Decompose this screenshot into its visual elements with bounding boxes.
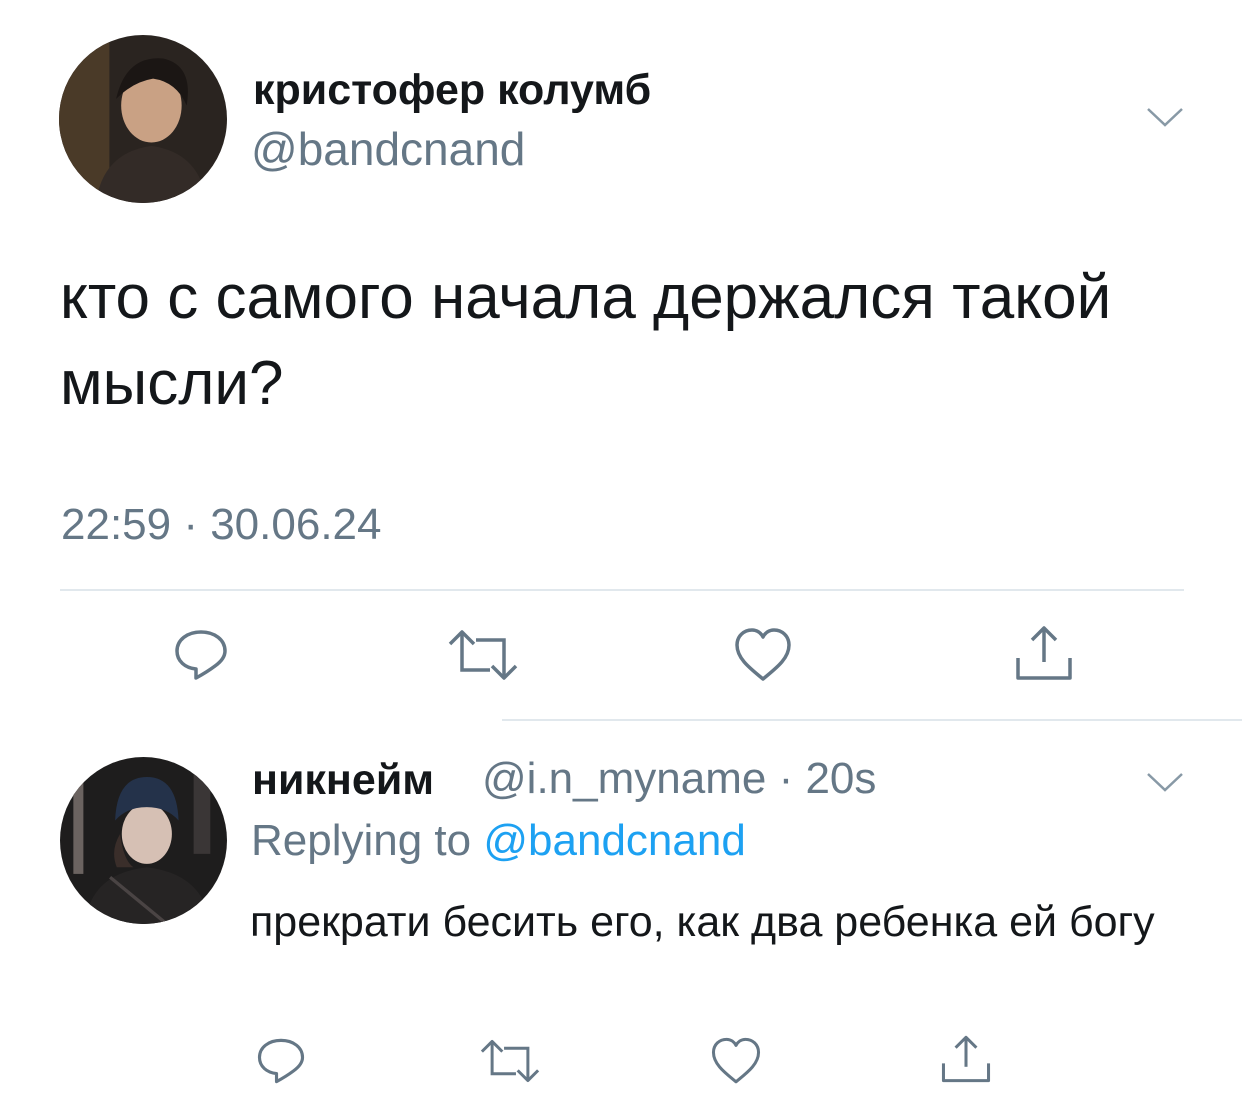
retweet-icon[interactable]: [480, 1038, 540, 1084]
main-author-handle[interactable]: @bandcnand: [251, 122, 525, 176]
meta-separator: ·: [778, 754, 794, 803]
chevron-down-icon[interactable]: [1145, 770, 1185, 794]
divider: [60, 589, 1184, 591]
share-icon[interactable]: [940, 1033, 992, 1085]
chevron-down-icon[interactable]: [1145, 105, 1185, 129]
reply-tweet-text: прекрати бесить его, как два ребенка ей …: [250, 898, 1155, 946]
like-icon[interactable]: [733, 627, 793, 683]
reply-icon[interactable]: [255, 1035, 307, 1087]
reply-author-avatar[interactable]: [60, 757, 227, 924]
reply-author-name[interactable]: никнейм: [252, 756, 434, 805]
replying-to: Replying to @bandcnand: [251, 816, 746, 866]
share-icon[interactable]: [1014, 624, 1074, 682]
reply-time-ago[interactable]: 20s: [805, 754, 876, 803]
like-icon[interactable]: [710, 1036, 762, 1086]
reply-icon[interactable]: [172, 626, 230, 684]
reply-author-handle[interactable]: @i.n_myname: [482, 754, 766, 803]
replying-to-label: Replying to: [251, 816, 472, 865]
main-tweet-text: кто с самого начала держался такой мысли…: [60, 263, 1112, 418]
main-author-avatar[interactable]: [59, 35, 227, 203]
main-tweet-timestamp[interactable]: 22:59 · 30.06.24: [61, 500, 381, 550]
reply-author-meta[interactable]: @i.n_myname · 20s: [482, 754, 876, 804]
divider: [502, 719, 1242, 721]
main-author-name[interactable]: кристофер колумб: [253, 66, 651, 115]
replying-to-mention[interactable]: @bandcnand: [483, 816, 745, 865]
retweet-icon[interactable]: [448, 628, 518, 682]
